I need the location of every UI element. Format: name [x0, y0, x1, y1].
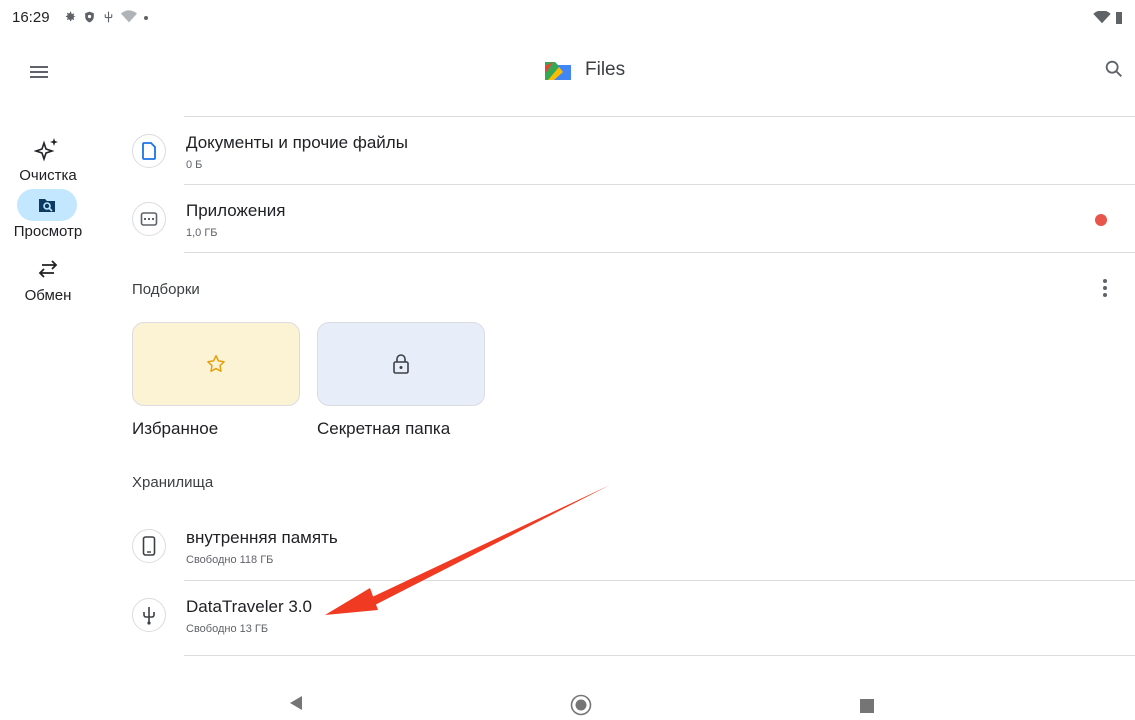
- notification-badge: [1095, 214, 1107, 226]
- status-time: 16:29: [12, 9, 50, 26]
- storage-title: внутренняя память: [186, 528, 338, 547]
- more-vert-icon: [1103, 279, 1107, 297]
- category-size: 1,0 ГБ: [186, 227, 218, 239]
- app-title: Files: [585, 59, 626, 80]
- back-button[interactable]: [289, 695, 303, 716]
- category-title: Документы и прочие файлы: [186, 133, 408, 152]
- status-icons-left: [63, 10, 149, 24]
- settings-status-icon: [65, 11, 76, 22]
- divider: [184, 252, 1135, 253]
- files-logo-icon: [545, 62, 571, 80]
- secret-folder-label: Секретная папка: [317, 419, 451, 438]
- dot-status-icon: [144, 16, 148, 20]
- rail-label-share: Обмен: [24, 287, 72, 304]
- search-button[interactable]: [1103, 56, 1131, 86]
- home-button[interactable]: [570, 694, 592, 720]
- top-app-bar: Files: [0, 44, 1135, 100]
- rail-item-cleanup[interactable]: Очистка: [0, 133, 96, 184]
- rail-item-share[interactable]: Обмен: [0, 253, 96, 304]
- rail-label-browse: Просмотр: [13, 223, 83, 240]
- files-app-screen: 16:29 Files Очистка Просмотр Обмен Докум…: [0, 0, 1135, 720]
- storage-free-space: Свободно 118 ГБ: [186, 554, 274, 566]
- category-title: Приложения: [186, 201, 286, 220]
- system-navigation-bar: [0, 680, 1135, 720]
- rail-icon-container: [20, 133, 76, 165]
- storage-usb[interactable]: DataTraveler 3.0 Свободно 13 ГБ: [132, 580, 1132, 648]
- document-icon: [142, 142, 156, 160]
- phone-icon-container: [132, 529, 166, 563]
- divider: [184, 655, 1135, 656]
- wifi-signal-icon: [1093, 11, 1111, 24]
- favorites-label: Избранное: [132, 419, 219, 438]
- recent-apps-button[interactable]: [860, 699, 874, 713]
- usb-icon: [143, 607, 155, 625]
- wifi-status-icon: [121, 10, 137, 23]
- apps-icon-container: [132, 202, 166, 236]
- shield-status-icon: [85, 11, 94, 23]
- back-triangle-icon: [290, 696, 302, 710]
- category-apps[interactable]: Приложения 1,0 ГБ: [132, 184, 1132, 252]
- swap-icon: [38, 260, 58, 278]
- category-documents[interactable]: Документы и прочие файлы 0 Б: [132, 116, 1132, 184]
- favorites-card[interactable]: [132, 322, 300, 406]
- home-circle-icon: [570, 694, 592, 716]
- search-icon: [1105, 60, 1122, 77]
- apps-icon: [140, 212, 158, 226]
- secret-folder-card[interactable]: [317, 322, 485, 406]
- section-header-collections: Подборки: [132, 281, 200, 298]
- usb-icon-container: [132, 598, 166, 632]
- main-content: Документы и прочие файлы 0 Б Приложения …: [96, 100, 1135, 680]
- hamburger-menu-icon: [30, 66, 48, 78]
- star-icon: [207, 355, 225, 372]
- storage-internal[interactable]: внутренняя память Свободно 118 ГБ: [132, 511, 1132, 579]
- category-size: 0 Б: [186, 159, 203, 171]
- more-options-button[interactable]: [1095, 275, 1115, 301]
- battery-icon: [1116, 12, 1122, 24]
- storage-title: DataTraveler 3.0: [186, 597, 312, 616]
- sparkle-icon: [33, 138, 58, 162]
- storage-free-space: Свободно 13 ГБ: [186, 623, 269, 635]
- rail-icon-container: [20, 253, 76, 285]
- app-title-group: Files: [543, 58, 625, 82]
- phone-icon: [142, 536, 156, 556]
- rail-label-cleanup: Очистка: [19, 167, 77, 184]
- status-bar: 16:29: [0, 0, 1135, 36]
- rail-icon-container-active: [17, 189, 77, 221]
- menu-button[interactable]: [28, 58, 58, 86]
- rail-item-browse[interactable]: Просмотр: [0, 189, 96, 240]
- status-icons-right: [1093, 11, 1123, 24]
- section-header-storage: Хранилища: [132, 474, 214, 491]
- lock-icon: [393, 354, 409, 374]
- browse-icon: [39, 199, 55, 212]
- document-icon-container: [132, 134, 166, 168]
- usb-status-icon: [104, 11, 113, 23]
